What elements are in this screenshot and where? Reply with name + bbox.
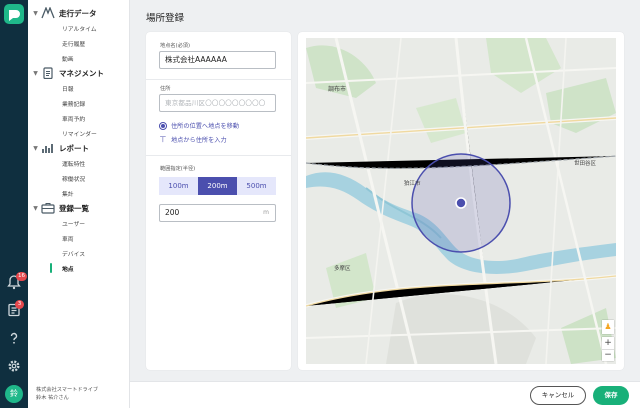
- user-avatar[interactable]: 鈴: [5, 385, 23, 403]
- nav-item-driving-characteristics[interactable]: 運転特性: [62, 159, 85, 168]
- save-button[interactable]: 保存: [593, 386, 629, 405]
- radius-input[interactable]: 200 m: [159, 204, 276, 222]
- move-pin-to-address-option[interactable]: 住所の位置へ地点を移動: [159, 121, 239, 130]
- range-option-500m[interactable]: 500m: [237, 177, 276, 195]
- nav-item-video[interactable]: 動画: [62, 54, 74, 63]
- bar-chart-icon: [42, 144, 53, 153]
- nav-section-label: マネジメント: [59, 68, 104, 78]
- address-input[interactable]: 東京都品川区〇〇〇〇〇〇〇〇〇: [159, 94, 276, 112]
- nav-item-travel-history[interactable]: 走行履歴: [62, 39, 85, 48]
- nav-section-travel-data[interactable]: ▼ 走行データ: [32, 6, 97, 20]
- nav-item-aggregation[interactable]: 集計: [62, 189, 74, 198]
- nav-item-vehicles[interactable]: 車両: [62, 234, 74, 243]
- clipboard-icon: [43, 67, 53, 79]
- settings-gear-icon[interactable]: [6, 358, 22, 374]
- street-view-pegman-icon[interactable]: ♟: [602, 320, 614, 334]
- location-name-input[interactable]: 株式会社AAAAAA: [159, 51, 276, 69]
- zoom-controls: + −: [602, 337, 614, 361]
- nav-sidebar: ▼ 走行データ リアルタイム 走行履歴 動画 ▼ マネジメント 日報 業務記録 …: [28, 0, 130, 408]
- chevron-down-icon: ▼: [33, 69, 38, 77]
- range-selector: 100m 200m 500m: [159, 177, 276, 195]
- nav-item-work-record[interactable]: 業務記録: [62, 99, 85, 108]
- notification-badge: 16: [16, 272, 27, 281]
- divider: [146, 155, 291, 156]
- nav-section-label: レポート: [59, 143, 89, 153]
- location-name-label: 地点名(必須): [160, 43, 190, 49]
- map-view[interactable]: 調布市 狛江市 多摩区 世田谷区 ♟ + −: [306, 38, 616, 364]
- chevron-down-icon: ▼: [33, 9, 38, 17]
- nav-section-report[interactable]: ▼ レポート: [32, 141, 89, 155]
- arrow-up-icon: ⊤: [159, 134, 167, 144]
- nav-section-management[interactable]: ▼ マネジメント: [32, 66, 104, 80]
- nav-item-operation-status[interactable]: 稼働状況: [62, 174, 85, 183]
- app-rail: 16 3 鈴: [0, 0, 28, 408]
- nav-item-vehicle-reservation[interactable]: 車両予約: [62, 114, 85, 123]
- user-name: 鈴木 祐介さん: [36, 395, 69, 401]
- map-label-chofu: 調布市: [328, 86, 347, 93]
- nav-item-realtime[interactable]: リアルタイム: [62, 24, 97, 33]
- map-panel: 調布市 狛江市 多摩区 世田谷区 ♟ + −: [298, 32, 624, 370]
- nav-section-registration-list[interactable]: ▼ 登録一覧: [32, 201, 89, 215]
- briefcase-icon: [41, 203, 55, 214]
- nav-item-reminder[interactable]: リマインダー: [62, 129, 97, 138]
- active-indicator: [50, 263, 52, 273]
- app-logo[interactable]: [4, 4, 24, 24]
- option-label: 地点から住所を入力: [171, 137, 227, 144]
- location-form-panel: 地点名(必須) 株式会社AAAAAA 住所 東京都品川区〇〇〇〇〇〇〇〇〇 住所…: [146, 32, 291, 370]
- help-icon[interactable]: [6, 330, 22, 346]
- zoom-out-button[interactable]: −: [602, 349, 614, 361]
- travel-route-icon: [41, 7, 55, 19]
- option-label: 住所の位置へ地点を移動: [171, 123, 240, 130]
- page-title: 場所登録: [146, 13, 185, 24]
- radius-unit: m: [263, 209, 269, 216]
- map-label-komae: 狛江市: [404, 181, 421, 187]
- account-info: 株式会社スマートドライブ 鈴木 祐介さん: [36, 386, 98, 402]
- address-label: 住所: [160, 86, 171, 92]
- nav-item-users[interactable]: ユーザー: [62, 219, 85, 228]
- map-label-tama: 多摩区: [334, 266, 351, 272]
- fill-address-from-pin-option[interactable]: ⊤ 地点から住所を入力: [159, 135, 227, 144]
- range-label: 範囲指定(半径): [160, 166, 196, 172]
- range-option-100m[interactable]: 100m: [159, 177, 198, 195]
- nav-item-daily-report[interactable]: 日報: [62, 84, 74, 93]
- map-base: [306, 38, 616, 364]
- cancel-button[interactable]: キャンセル: [530, 386, 586, 405]
- radio-selected-icon: [159, 121, 167, 130]
- nav-section-label: 登録一覧: [59, 203, 89, 213]
- company-name: 株式会社スマートドライブ: [36, 387, 99, 393]
- nav-section-label: 走行データ: [59, 8, 97, 18]
- zoom-in-button[interactable]: +: [602, 337, 614, 349]
- nav-item-locations[interactable]: 地点: [62, 264, 74, 273]
- task-badge: 3: [15, 300, 24, 309]
- nav-item-devices[interactable]: デバイス: [62, 249, 85, 258]
- map-label-setagaya: 世田谷区: [574, 161, 597, 167]
- chevron-down-icon: ▼: [33, 144, 38, 152]
- radius-value: 200: [165, 208, 180, 217]
- chevron-down-icon: ▼: [33, 204, 38, 212]
- action-footer: キャンセル 保存: [130, 381, 640, 408]
- range-option-200m[interactable]: 200m: [198, 177, 237, 195]
- divider: [146, 79, 291, 80]
